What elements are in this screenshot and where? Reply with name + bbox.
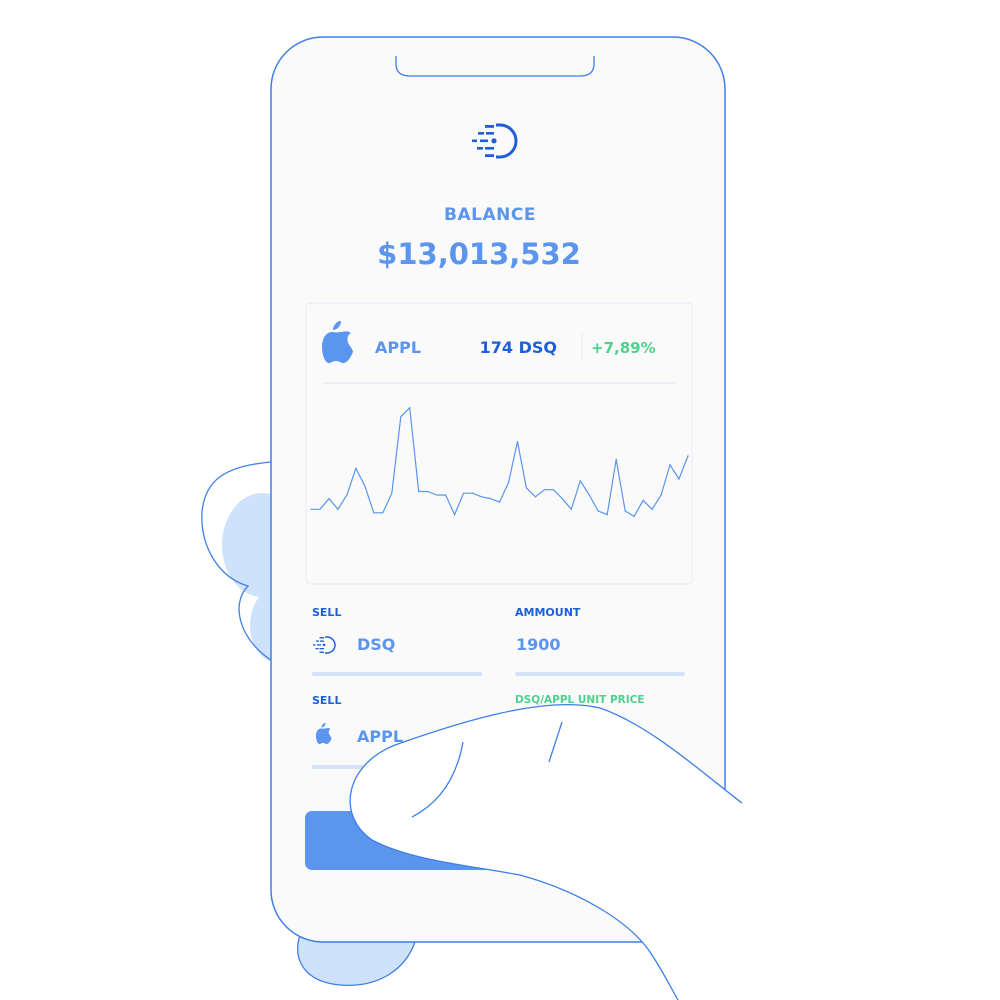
price-point <box>552 489 555 491</box>
price-point <box>525 487 528 489</box>
sell-label-2: SELL <box>312 694 341 707</box>
price-point <box>498 501 501 503</box>
price-point <box>561 498 563 500</box>
price-point <box>355 467 357 469</box>
sell-label-1: SELL <box>312 606 341 619</box>
price-point <box>678 478 680 480</box>
stock-quantity: 174 DSQ <box>480 338 557 357</box>
price-point <box>588 494 590 496</box>
sell-value-1: DSQ <box>357 635 395 654</box>
illustration-scene: BALANCE $13,013,532 APPL 174 DSQ +7,89% … <box>201 36 1000 1000</box>
price-point <box>534 496 537 498</box>
price-point <box>472 492 474 494</box>
price-point <box>570 508 572 510</box>
price-point <box>319 508 321 510</box>
unit-price-label: DSQ/APPL UNIT PRICE <box>515 694 645 706</box>
price-point <box>445 494 447 496</box>
price-point <box>579 480 581 482</box>
sell-value-2: APPL <box>357 727 403 746</box>
price-point <box>328 498 330 500</box>
price-point <box>400 416 402 418</box>
price-point <box>310 508 312 510</box>
amount-label: AMMOUNT <box>515 606 581 619</box>
amount-value: 1900 <box>516 635 561 654</box>
price-point <box>364 485 366 487</box>
balance-label: BALANCE <box>444 205 536 225</box>
price-point <box>633 515 635 518</box>
stock-name: APPL <box>375 338 421 357</box>
price-point <box>409 407 411 409</box>
price-point <box>669 464 671 466</box>
price-point <box>624 510 626 512</box>
price-point <box>516 441 519 443</box>
sell-field-1-underline <box>312 672 482 676</box>
price-point <box>606 514 608 516</box>
price-point <box>642 499 644 501</box>
price-point <box>543 489 546 491</box>
price-point <box>391 492 393 494</box>
amount-field-underline <box>515 672 685 676</box>
price-point <box>480 496 483 498</box>
stock-change: +7,89% <box>591 339 656 357</box>
price-point <box>418 490 420 493</box>
price-point <box>346 494 348 496</box>
price-point <box>660 494 662 496</box>
price-point <box>507 482 510 484</box>
price-point <box>427 490 429 493</box>
price-point <box>687 455 689 457</box>
price-point <box>651 508 653 510</box>
price-point <box>337 508 339 510</box>
balance-amount: $13,013,532 <box>377 237 581 271</box>
price-point <box>615 458 617 460</box>
price-point <box>454 514 456 516</box>
price-point <box>463 492 465 494</box>
price-point <box>382 512 384 514</box>
price-point <box>373 512 375 514</box>
price-point <box>436 494 438 496</box>
stock-card[interactable]: APPL 174 DSQ +7,89% <box>305 302 693 585</box>
price-point <box>489 498 492 500</box>
price-point <box>597 510 599 512</box>
